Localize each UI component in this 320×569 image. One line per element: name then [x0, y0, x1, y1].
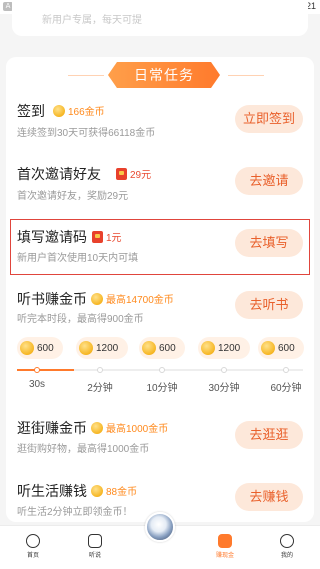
shopping-button[interactable]: 去逛逛: [235, 421, 303, 449]
nav-center-avatar[interactable]: [145, 512, 175, 542]
task-subtitle: 首次邀请好友，奖励29元: [17, 191, 129, 202]
red-envelope-icon: [116, 167, 127, 180]
time-label: 30分钟: [208, 383, 240, 394]
nav-label: 首页: [26, 553, 39, 559]
coin-icon: [20, 341, 34, 355]
task-title: 听书赚金币: [17, 291, 87, 307]
coin-icon: [79, 341, 93, 355]
section-title: 日常任务: [108, 62, 220, 88]
reward-tier: 1200: [76, 337, 128, 359]
nav-listen[interactable]: 听说: [70, 526, 120, 569]
profile-icon: [280, 534, 294, 548]
task-reward: 1元: [92, 229, 122, 244]
nav-mine[interactable]: 我的: [262, 526, 312, 569]
task-title: 填写邀请码: [17, 229, 87, 245]
time-label: 10分钟: [146, 383, 178, 394]
task-reward-text: 最高14700金币: [106, 295, 174, 306]
task-reward: 最高14700金币: [91, 291, 174, 306]
fill-code-button[interactable]: 去填写: [235, 229, 303, 257]
reward-tier-value: 1200: [218, 342, 241, 354]
task-reward: 166金币: [53, 103, 105, 118]
progress-tick: [34, 367, 40, 373]
task-reward-text: 166金币: [68, 107, 105, 118]
task-title: 签到: [17, 103, 45, 119]
home-icon: [26, 534, 40, 548]
progress-tick: [159, 367, 165, 373]
listen-button[interactable]: 去听书: [235, 291, 303, 319]
reward-tier: 600: [258, 337, 304, 359]
nav-earn-cash[interactable]: 赚现金: [200, 526, 250, 569]
earn-money-button[interactable]: 去赚钱: [235, 483, 303, 511]
progress-tick: [221, 367, 227, 373]
red-envelope-icon: [92, 230, 103, 243]
reward-tier-value: 600: [37, 342, 54, 354]
task-title: 逛街赚金币: [17, 420, 87, 436]
task-reward-text: 29元: [130, 170, 152, 181]
reward-tier: 1200: [198, 337, 250, 359]
listen-reward-tiers: 600 1200 600 1200 600: [6, 337, 314, 363]
task-subtitle: 连续签到30天可获得66118金币: [17, 128, 156, 139]
coin-icon: [261, 341, 275, 355]
invite-button[interactable]: 去邀请: [235, 167, 303, 195]
nav-label: 赚现金: [215, 553, 234, 559]
task-reward: 最高1000金币: [91, 420, 168, 435]
coin-icon: [142, 341, 156, 355]
title-decoration-left: [68, 75, 104, 76]
coin-icon: [201, 341, 215, 355]
nav-label: 我的: [280, 553, 293, 559]
section-title-banner: 日常任务: [108, 62, 220, 88]
time-label: 2分钟: [87, 383, 113, 394]
task-reward-text: 88金币: [106, 487, 138, 498]
task-reward-text: 1元: [106, 233, 122, 244]
new-user-card-text: 新用户专属，每天可提: [42, 15, 142, 26]
coin-icon: [91, 421, 103, 434]
progress-tick: [97, 367, 103, 373]
new-user-card: 新用户专属，每天可提: [12, 0, 308, 36]
task-reward: 29元: [116, 166, 151, 181]
listen-icon: [88, 534, 102, 548]
nav-label: 听说: [88, 553, 101, 559]
coin-icon: [91, 484, 103, 497]
time-label: 30s: [28, 379, 46, 390]
task-subtitle: 听生活2分钟立即领金币！: [17, 507, 133, 518]
earn-cash-icon: [218, 534, 232, 548]
reward-tier-value: 1200: [96, 342, 119, 354]
listen-progress-fill: [17, 369, 75, 371]
reward-tier-value: 600: [159, 342, 176, 354]
reward-tier: 600: [139, 337, 185, 359]
reward-tier-value: 600: [278, 342, 295, 354]
task-title: 首次邀请好友: [17, 166, 101, 182]
time-label: 60分钟: [270, 383, 302, 394]
daily-tasks-panel: 日常任务 签到 166金币 连续签到30天可获得66118金币 立即签到 首次邀…: [6, 57, 314, 522]
coin-icon: [91, 292, 103, 305]
task-subtitle: 逛街购好物，最高得1000金币: [17, 444, 150, 455]
task-subtitle: 听完本时段，最高得900金币: [17, 314, 144, 325]
task-reward: 88金币: [91, 483, 137, 498]
sign-in-button[interactable]: 立即签到: [235, 105, 303, 133]
progress-tick: [283, 367, 289, 373]
task-subtitle: 新用户首次使用10天内可填: [17, 253, 139, 264]
task-title: 听生活赚钱: [17, 483, 87, 499]
task-reward-text: 最高1000金币: [106, 424, 169, 435]
nav-home[interactable]: 首页: [8, 526, 58, 569]
coin-icon: [53, 104, 65, 117]
title-decoration-right: [228, 75, 264, 76]
reward-tier: 600: [17, 337, 63, 359]
